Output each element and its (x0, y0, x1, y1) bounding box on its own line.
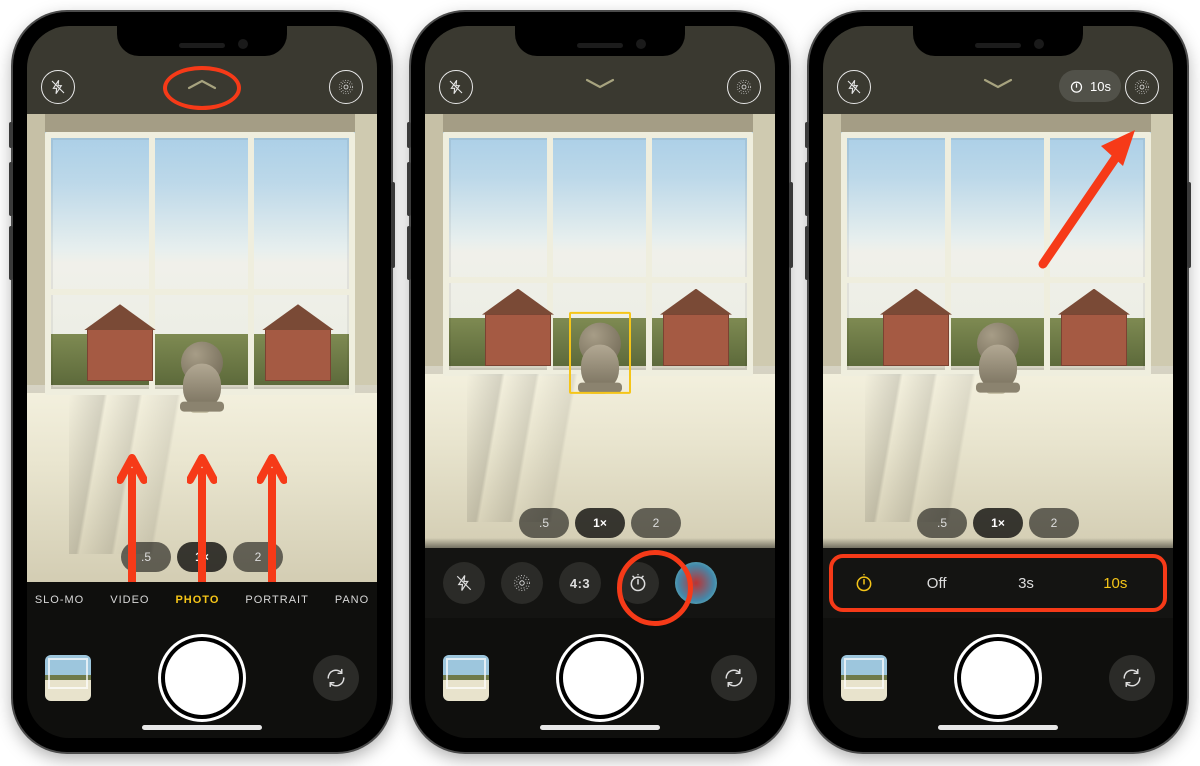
notch (515, 26, 685, 56)
timer-10s[interactable]: 10s (1078, 575, 1153, 592)
viewfinder[interactable]: .5 1× 2 (425, 114, 775, 548)
tray-timer-icon[interactable] (617, 562, 659, 604)
shutter-button[interactable] (961, 641, 1035, 715)
zoom-0_5x[interactable]: .5 (519, 508, 569, 538)
last-photo-thumb[interactable] (443, 655, 489, 701)
mode-pano[interactable]: PANO (335, 594, 369, 606)
mode-slomo[interactable]: SLO-MO (35, 594, 84, 606)
live-photo-icon[interactable] (727, 70, 761, 104)
notch (913, 26, 1083, 56)
tray-aspect-button[interactable]: 4:3 (559, 562, 601, 604)
zoom-1x[interactable]: 1× (575, 508, 625, 538)
zoom-0_5x[interactable]: .5 (917, 508, 967, 538)
viewfinder[interactable]: .5 1× 2 (823, 114, 1173, 548)
mode-portrait[interactable]: PORTRAIT (245, 594, 308, 606)
timer-options-row: Off 3s 10s (823, 548, 1173, 618)
viewfinder[interactable]: .5 1× 2 (27, 114, 377, 582)
phone-frame-3: 10s (809, 12, 1187, 752)
flash-off-icon[interactable] (41, 70, 75, 104)
chevron-down-icon[interactable] (981, 76, 1015, 92)
camera-options-tray: 4:3 (425, 548, 775, 618)
screen-2: .5 1× 2 4:3 (425, 26, 775, 738)
zoom-2x[interactable]: 2 (1029, 508, 1079, 538)
notch (117, 26, 287, 56)
tray-live-photo-icon[interactable] (501, 562, 543, 604)
timer-badge[interactable]: 10s (1059, 70, 1121, 102)
zoom-selector[interactable]: .5 1× 2 (917, 508, 1079, 538)
live-photo-icon[interactable] (1125, 70, 1159, 104)
chevron-down-icon[interactable] (583, 76, 617, 92)
tray-flash-icon[interactable] (443, 562, 485, 604)
timer-off[interactable]: Off (899, 575, 974, 592)
tray-filters-icon[interactable] (675, 562, 717, 604)
flip-camera-icon[interactable] (313, 655, 359, 701)
home-indicator[interactable] (938, 725, 1058, 730)
flash-off-icon[interactable] (837, 70, 871, 104)
zoom-1x[interactable]: 1× (973, 508, 1023, 538)
flip-camera-icon[interactable] (711, 655, 757, 701)
screen-1: .5 1× 2 SLO-MO VIDEO PHOTO (27, 26, 377, 738)
zoom-selector[interactable]: .5 1× 2 (121, 542, 283, 572)
shutter-button[interactable] (563, 641, 637, 715)
chevron-up-icon[interactable] (185, 76, 219, 92)
timer-badge-label: 10s (1090, 79, 1111, 94)
capture-controls (27, 618, 377, 738)
last-photo-thumb[interactable] (45, 655, 91, 701)
flash-off-icon[interactable] (439, 70, 473, 104)
phone-frame-2: .5 1× 2 4:3 (411, 12, 789, 752)
mode-photo[interactable]: PHOTO (175, 594, 219, 606)
focus-rect (569, 312, 631, 394)
capture-controls (425, 618, 775, 738)
zoom-2x[interactable]: 2 (631, 508, 681, 538)
home-indicator[interactable] (540, 725, 660, 730)
live-photo-icon[interactable] (329, 70, 363, 104)
mode-video[interactable]: VIDEO (110, 594, 149, 606)
zoom-0_5x[interactable]: .5 (121, 542, 171, 572)
mode-selector[interactable]: SLO-MO VIDEO PHOTO PORTRAIT PANO (27, 582, 377, 618)
last-photo-thumb[interactable] (841, 655, 887, 701)
phone-frame-1: .5 1× 2 SLO-MO VIDEO PHOTO (13, 12, 391, 752)
zoom-1x[interactable]: 1× (177, 542, 227, 572)
tutorial-image: { "zoom": {"options": [".5","1×","2"], "… (0, 0, 1200, 766)
timer-icon (843, 573, 885, 593)
zoom-2x[interactable]: 2 (233, 542, 283, 572)
timer-icon (1069, 79, 1084, 94)
flip-camera-icon[interactable] (1109, 655, 1155, 701)
shutter-button[interactable] (165, 641, 239, 715)
screen-3: 10s (823, 26, 1173, 738)
capture-controls (823, 618, 1173, 738)
home-indicator[interactable] (142, 725, 262, 730)
zoom-selector[interactable]: .5 1× 2 (519, 508, 681, 538)
timer-3s[interactable]: 3s (988, 575, 1063, 592)
